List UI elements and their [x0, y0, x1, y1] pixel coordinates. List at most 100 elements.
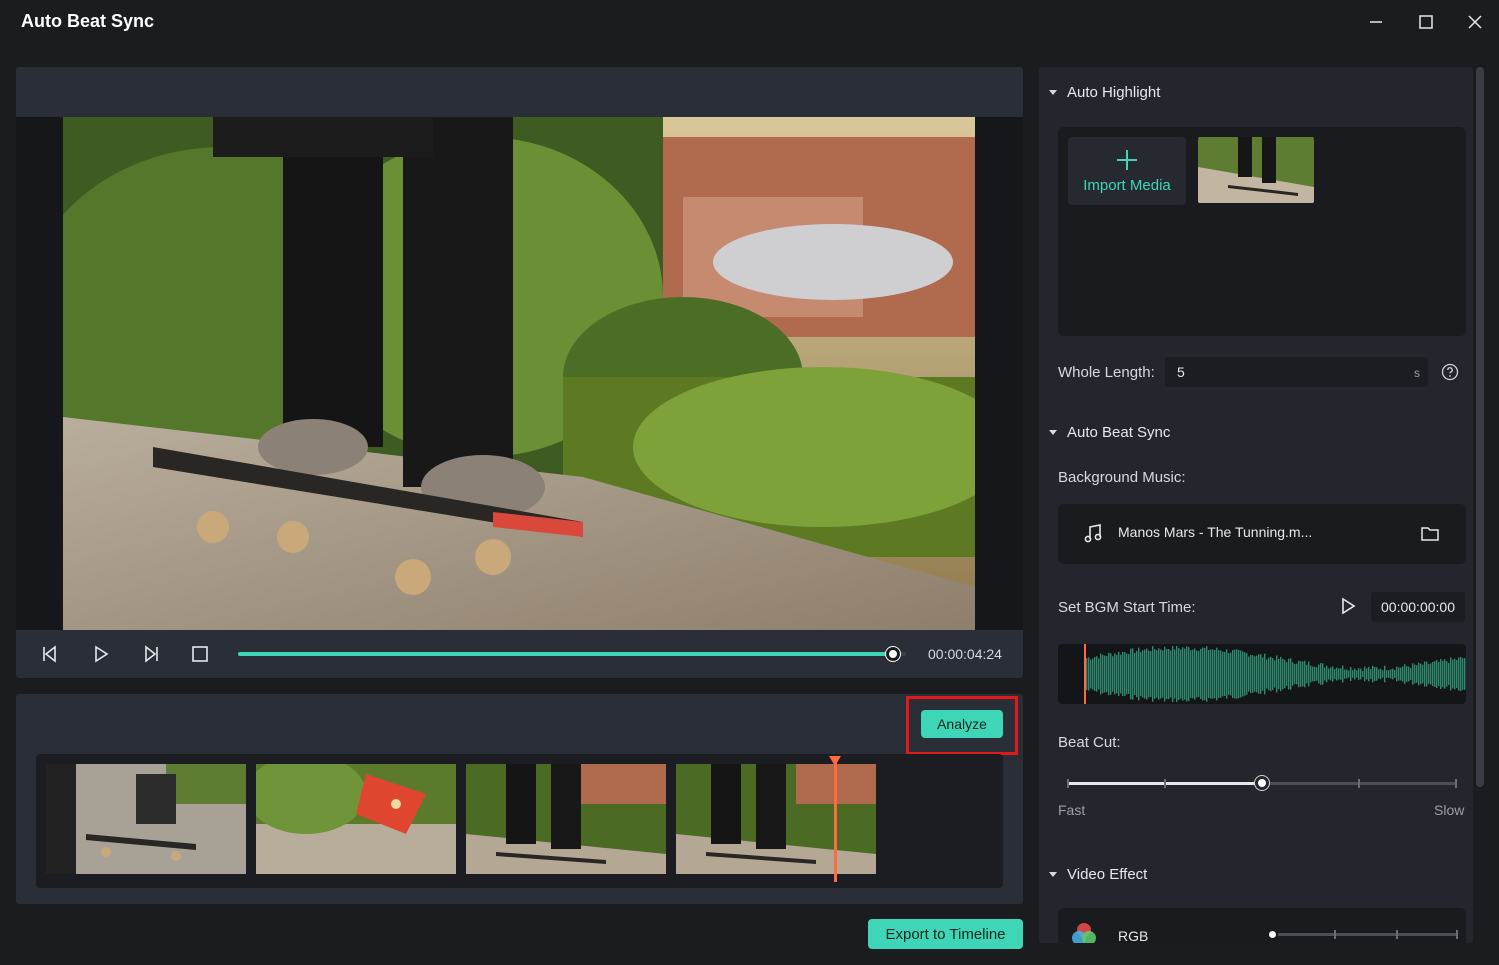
waveform-bar — [1166, 649, 1168, 699]
maximize-button[interactable] — [1411, 8, 1441, 36]
waveform-bar — [1216, 647, 1218, 701]
auto-highlight-title: Auto Highlight — [1067, 84, 1161, 101]
caret-down-icon — [1049, 430, 1057, 435]
waveform-bar — [1386, 670, 1388, 678]
waveform-bar — [1428, 664, 1430, 684]
music-waveform[interactable] — [1058, 644, 1466, 704]
clip-strip — [36, 754, 1003, 888]
effect-rgb-row[interactable]: RGB — [1058, 908, 1466, 943]
waveform-bar — [1314, 666, 1316, 682]
video-frame — [63, 117, 975, 630]
export-to-timeline-button[interactable]: Export to Timeline — [868, 919, 1023, 949]
media-thumbnail[interactable] — [1198, 137, 1314, 203]
playhead-line[interactable] — [834, 758, 837, 882]
waveform-bar — [1222, 651, 1224, 697]
waveform-bar — [1198, 650, 1200, 698]
video-effect-header[interactable]: Video Effect — [1049, 866, 1147, 883]
effect-strength-slider[interactable] — [1267, 929, 1458, 940]
waveform-bar — [1190, 650, 1192, 698]
clip-panel: Analyze — [16, 694, 1023, 904]
clip-image — [676, 764, 876, 874]
waveform-bar — [1310, 665, 1312, 683]
waveform-bar — [1460, 656, 1462, 692]
waveform-bar — [1122, 651, 1124, 697]
close-button[interactable] — [1460, 8, 1490, 36]
playback-time: 00:00:04:24 — [928, 646, 1002, 662]
waveform-bar — [1426, 661, 1428, 687]
waveform-bar — [1146, 648, 1148, 700]
waveform-bar — [1282, 658, 1284, 690]
waveform-bar — [1302, 661, 1304, 687]
waveform-bar — [1164, 646, 1166, 702]
waveform-bar — [1110, 653, 1112, 695]
clip-thumbnail[interactable] — [46, 764, 246, 874]
minimize-button[interactable] — [1361, 8, 1391, 36]
next-frame-button[interactable] — [139, 642, 163, 666]
waveform-bar — [1450, 657, 1452, 691]
clip-thumbnail[interactable] — [256, 764, 456, 874]
waveform-bar — [1322, 663, 1324, 685]
caret-down-icon — [1049, 90, 1057, 95]
minimize-icon — [1370, 21, 1382, 23]
play-button[interactable] — [89, 642, 113, 666]
bgm-start-time-input[interactable]: 00:00:00:00 — [1371, 592, 1465, 622]
waveform-bar — [1106, 655, 1108, 693]
waveform-bar — [1308, 661, 1310, 687]
waveform-bar — [1170, 650, 1172, 698]
playback-progress-bar[interactable] — [238, 647, 906, 661]
slider-tick — [1358, 779, 1360, 788]
waveform-bar — [1290, 658, 1292, 690]
waveform-bar — [1168, 648, 1170, 700]
waveform-bar — [1188, 647, 1190, 701]
stop-icon — [192, 646, 208, 662]
waveform-bar — [1150, 651, 1152, 697]
help-icon[interactable] — [1441, 363, 1459, 381]
window-title: Auto Beat Sync — [21, 11, 155, 31]
clip-thumbnail[interactable] — [466, 764, 666, 874]
waveform-bar — [1196, 650, 1198, 698]
stop-button[interactable] — [188, 642, 212, 666]
waveform-bar — [1240, 650, 1242, 698]
waveform-bar — [1224, 652, 1226, 696]
waveform-bar — [1424, 661, 1426, 687]
bgm-play-icon[interactable] — [1339, 597, 1357, 615]
waveform-bar — [1348, 670, 1350, 678]
auto-beat-sync-header[interactable]: Auto Beat Sync — [1049, 424, 1170, 441]
effect-strength-knob[interactable] — [1267, 929, 1278, 940]
preview-header — [16, 67, 1023, 117]
waveform-bar — [1402, 666, 1404, 682]
waveform-bar — [1392, 668, 1394, 680]
waveform-bar — [1236, 649, 1238, 699]
waveform-bar — [1182, 647, 1184, 701]
waveform-bar — [1336, 667, 1338, 681]
folder-icon[interactable] — [1420, 524, 1440, 542]
waveform-bar — [1338, 668, 1340, 680]
waveform-bar — [1334, 669, 1336, 679]
panel-scrollbar[interactable] — [1476, 67, 1484, 787]
clip-thumbnail[interactable] — [676, 764, 876, 874]
waveform-bar — [1328, 668, 1330, 680]
background-music-selector[interactable]: Manos Mars - The Tunning.m... — [1058, 504, 1466, 564]
settings-panel: Auto Highlight Import Media Whole Length… — [1039, 67, 1473, 943]
waveform-bar — [1266, 659, 1268, 689]
slider-tick — [1396, 930, 1398, 939]
auto-highlight-header[interactable]: Auto Highlight — [1049, 84, 1160, 101]
waveform-bar — [1442, 660, 1444, 688]
waveform-bar — [1294, 664, 1296, 684]
progress-fill — [238, 652, 893, 656]
beat-cut-slider[interactable] — [1067, 776, 1457, 790]
waveform-bar — [1296, 663, 1298, 685]
beat-cut-knob[interactable] — [1255, 776, 1269, 790]
slider-tick — [1456, 930, 1458, 939]
waveform-bar — [1352, 670, 1354, 678]
waveform-bar — [1230, 652, 1232, 696]
import-media-button[interactable]: Import Media — [1068, 137, 1186, 205]
import-media-label: Import Media — [1083, 176, 1171, 194]
prev-frame-button[interactable] — [38, 642, 62, 666]
waveform-bar — [1138, 647, 1140, 701]
waveform-bar — [1388, 670, 1390, 678]
analyze-button[interactable]: Analyze — [921, 710, 1003, 738]
whole-length-input[interactable]: 5 s — [1165, 357, 1428, 387]
waveform-bar — [1438, 661, 1440, 687]
progress-knob[interactable] — [885, 647, 900, 661]
